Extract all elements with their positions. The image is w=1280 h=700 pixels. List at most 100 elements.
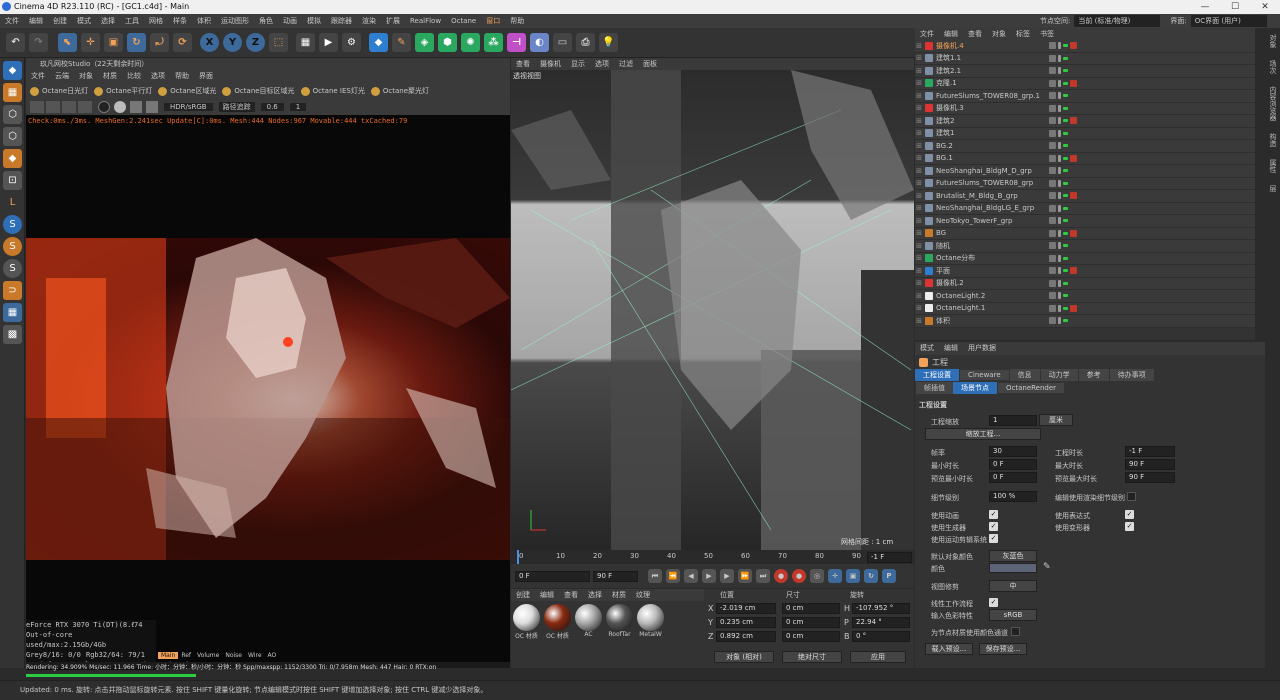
object-name[interactable]: 建筑1.1 [936,53,1056,63]
key-position-icon[interactable]: ✛ [828,569,842,583]
visibility-dots-icon[interactable] [1058,104,1061,112]
cloner-icon[interactable]: ⁂ [484,33,503,52]
visibility-dots-icon[interactable] [1058,167,1061,175]
object-row[interactable]: ⊞ 建筑2 [915,115,1255,128]
render-pass-tab-5[interactable]: AO [265,652,280,659]
viewport-menu-item-2[interactable]: 显示 [566,58,590,71]
expand-icon[interactable]: ⊞ [915,267,923,275]
menu-0[interactable]: 文件 [0,14,24,28]
key-rotation-icon[interactable]: ↻ [864,569,878,583]
workplane-icon[interactable]: L [3,193,22,212]
enabled-check-icon[interactable] [1063,69,1068,73]
lock-icon[interactable]: ▩ [3,325,22,344]
visibility-dots-icon[interactable] [1058,317,1061,325]
viewport-menu-item-5[interactable]: 面板 [638,58,662,71]
object-name[interactable]: 摄像机.4 [936,41,1056,51]
octane-menu-item-3[interactable]: 材质 [98,70,122,83]
next-key-icon[interactable]: ⏩ [738,569,752,583]
render-pass-tab-1[interactable]: Ref [178,652,194,659]
octane-menu-item-7[interactable]: 界面 [194,70,218,83]
tag-icon[interactable] [1070,205,1077,212]
expand-icon[interactable]: ⊞ [915,54,923,62]
tag-icon[interactable] [1070,180,1077,187]
coords-apply-button[interactable]: 应用 [850,651,906,663]
light-icon[interactable]: 💡 [599,33,618,52]
tag-icon[interactable] [1070,229,1077,237]
material-menu-item-0[interactable]: 创建 [511,589,535,602]
object-row[interactable]: ⊞ OctaneLight.1 [915,303,1255,315]
size-field[interactable]: 0 cm [782,630,840,642]
enabled-check-icon[interactable] [1063,244,1068,248]
object-menu-item-1[interactable]: 编辑 [939,28,963,41]
render-settings-icon[interactable]: ⚙ [342,33,361,52]
visibility-dots-icon[interactable] [1058,217,1061,225]
expand-icon[interactable]: ⊞ [915,179,923,187]
expand-icon[interactable]: ⊞ [915,304,923,312]
layer-icon[interactable] [1049,129,1056,137]
object-name[interactable]: 建筑2 [936,116,1056,126]
deformer-icon[interactable]: ⊣ [507,33,526,52]
object-name[interactable]: OctaneLight.2 [936,292,1056,300]
expand-icon[interactable]: ⊞ [915,67,923,75]
object-row[interactable]: ⊞ NeoShanghai_BldgLG_E_grp [915,203,1255,215]
pause-render-icon[interactable] [62,101,76,113]
expand-icon[interactable]: ⊞ [915,104,923,112]
layer-icon[interactable] [1049,117,1056,125]
octane-menu-item-5[interactable]: 选项 [146,70,170,83]
snap-icon[interactable]: S [3,215,22,234]
model-mode-icon[interactable]: ◆ [3,61,22,80]
expand-icon[interactable]: ⊞ [915,204,923,212]
undo-icon[interactable]: ↶ [6,33,25,52]
maximize-button[interactable]: ☐ [1220,0,1250,14]
rotation-field[interactable]: -107.952 ° [852,602,910,614]
octane-light-button-2[interactable]: Octane区域光 [158,86,216,96]
eyedropper-icon[interactable]: ✎ [1043,562,1051,572]
side-tab-1[interactable]: 场次 [1266,54,1280,80]
menu-6[interactable]: 网格 [144,14,168,28]
object-name[interactable]: BG.1 [936,154,1056,162]
object-name[interactable]: OctaneLight.1 [936,304,1056,312]
menu-11[interactable]: 动画 [278,14,302,28]
material-item[interactable]: RoofTar [604,601,635,638]
enabled-check-icon[interactable] [1063,231,1068,235]
tag-icon[interactable] [1070,280,1077,287]
use-animation-checkbox[interactable]: ✓ [989,510,998,519]
enabled-check-icon[interactable] [1063,156,1068,160]
prev-frame-icon[interactable]: ◀ [684,569,698,583]
octane-menu-item-6[interactable]: 帮助 [170,70,194,83]
tag-icon[interactable] [1070,105,1077,112]
object-row[interactable]: ⊞ 摄像机.3 [915,103,1255,115]
rotation-field[interactable]: 22.94 ° [852,616,910,628]
enabled-check-icon[interactable] [1063,119,1068,123]
tag-icon[interactable] [1070,117,1077,125]
position-field[interactable]: 0.892 cm [716,630,776,642]
tag-icon[interactable] [1070,55,1077,62]
close-button[interactable]: ✕ [1250,0,1280,14]
layer-icon[interactable] [1049,254,1056,262]
layer-icon[interactable] [1049,229,1056,237]
rotation-field[interactable]: 0 ° [852,630,910,642]
menu-2[interactable]: 创建 [48,14,72,28]
layer-icon[interactable] [1049,192,1056,200]
max-time-field[interactable]: 90 F [1125,459,1175,470]
layer-icon[interactable] [1049,267,1056,275]
tag-icon[interactable] [1070,242,1077,249]
pen-icon[interactable]: ✎ [392,33,411,52]
material-item[interactable]: AC [573,601,604,638]
enabled-check-icon[interactable] [1063,169,1068,173]
live-select-icon[interactable]: ⬉ [58,33,77,52]
render-pass-tab-0[interactable]: Main [158,652,179,659]
use-expressions-checkbox[interactable]: ✓ [1125,510,1134,519]
expand-icon[interactable]: ⊞ [915,92,923,100]
size-field[interactable]: 0 cm [782,602,840,614]
enabled-check-icon[interactable] [1063,94,1068,98]
material-menu-item-5[interactable]: 纹理 [631,589,655,602]
edges-mode-icon[interactable]: ⬡ [3,127,22,146]
visibility-dots-icon[interactable] [1058,292,1061,300]
expand-icon[interactable]: ⊞ [915,292,923,300]
visibility-dots-icon[interactable] [1058,54,1061,62]
side-tab-5[interactable]: 层 [1266,179,1280,198]
attribute-tab-0[interactable]: 工程设置 [915,369,959,381]
visibility-dots-icon[interactable] [1058,229,1061,237]
enabled-check-icon[interactable] [1063,319,1068,323]
